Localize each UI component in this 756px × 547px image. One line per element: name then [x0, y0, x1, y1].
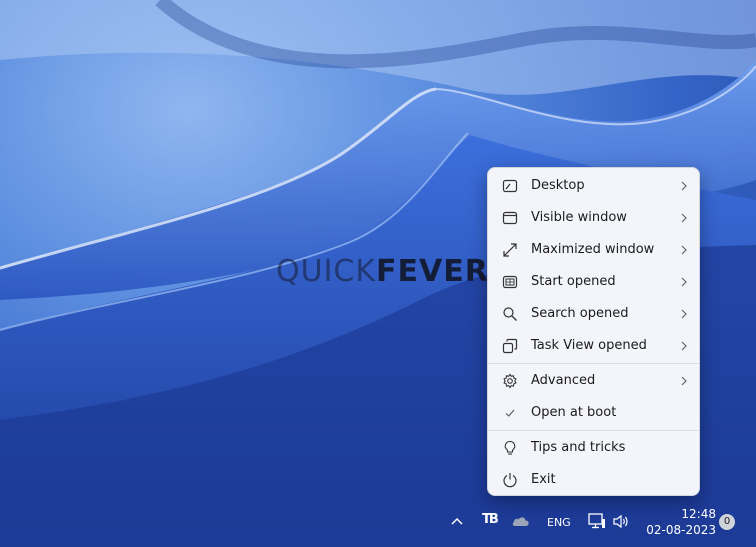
context-menu: Desktop Visible window Maximized window … — [487, 167, 700, 496]
menu-separator — [488, 430, 699, 431]
taskbar-clock[interactable]: 12:48 02-08-2023 — [638, 506, 716, 538]
chevron-right-icon — [681, 181, 687, 191]
power-icon — [503, 473, 517, 488]
volume-icon[interactable] — [612, 514, 630, 529]
menu-item-tips-and-tricks[interactable]: Tips and tricks — [492, 433, 695, 463]
chevron-right-icon — [681, 277, 687, 287]
watermark-part2: FEVER — [376, 254, 489, 289]
network-icon[interactable] — [588, 513, 606, 530]
menu-item-open-at-boot[interactable]: Open at boot — [492, 398, 695, 428]
menu-item-search-opened[interactable]: Search opened — [492, 299, 695, 329]
menu-item-advanced[interactable]: Advanced — [492, 366, 695, 396]
search-icon — [503, 307, 517, 321]
language-indicator[interactable]: ENG — [547, 516, 571, 529]
menu-separator — [488, 363, 699, 364]
menu-item-task-view-opened[interactable]: Task View opened — [492, 331, 695, 361]
checkmark-icon — [505, 409, 515, 417]
chevron-right-icon — [681, 309, 687, 319]
menu-item-label: Advanced — [531, 373, 596, 388]
cloud-icon[interactable] — [511, 515, 531, 527]
desktop-icon — [502, 179, 518, 193]
start-menu-icon — [502, 275, 518, 289]
window-icon — [502, 211, 518, 225]
menu-item-label: Visible window — [531, 210, 627, 225]
notification-badge[interactable]: 0 — [719, 514, 735, 530]
menu-item-label: Exit — [531, 472, 556, 487]
menu-item-start-opened[interactable]: Start opened — [492, 267, 695, 297]
taskbar-app-icon[interactable]: TB — [482, 512, 499, 527]
menu-item-desktop[interactable]: Desktop — [492, 171, 695, 201]
chevron-right-icon — [681, 245, 687, 255]
menu-item-label: Tips and tricks — [531, 440, 626, 455]
task-view-icon — [502, 338, 518, 354]
menu-item-maximized-window[interactable]: Maximized window — [492, 235, 695, 265]
watermark-part1: QUICK — [276, 254, 377, 289]
menu-item-visible-window[interactable]: Visible window — [492, 203, 695, 233]
watermark: QUICKFEVER — [276, 254, 489, 289]
maximize-icon — [503, 243, 517, 257]
menu-item-label: Maximized window — [531, 242, 655, 257]
menu-item-label: Start opened — [531, 274, 616, 289]
gear-icon — [503, 373, 517, 389]
menu-item-label: Desktop — [531, 178, 585, 193]
chevron-right-icon — [681, 341, 687, 351]
chevron-up-icon[interactable] — [450, 515, 464, 529]
lightbulb-icon — [504, 440, 516, 455]
clock-time: 12:48 — [681, 507, 716, 521]
menu-item-exit[interactable]: Exit — [492, 465, 695, 495]
menu-item-label: Task View opened — [531, 338, 647, 353]
menu-item-label: Search opened — [531, 306, 629, 321]
chevron-right-icon — [681, 376, 687, 386]
menu-item-label: Open at boot — [531, 405, 617, 420]
chevron-right-icon — [681, 213, 687, 223]
clock-date: 02-08-2023 — [646, 523, 716, 537]
